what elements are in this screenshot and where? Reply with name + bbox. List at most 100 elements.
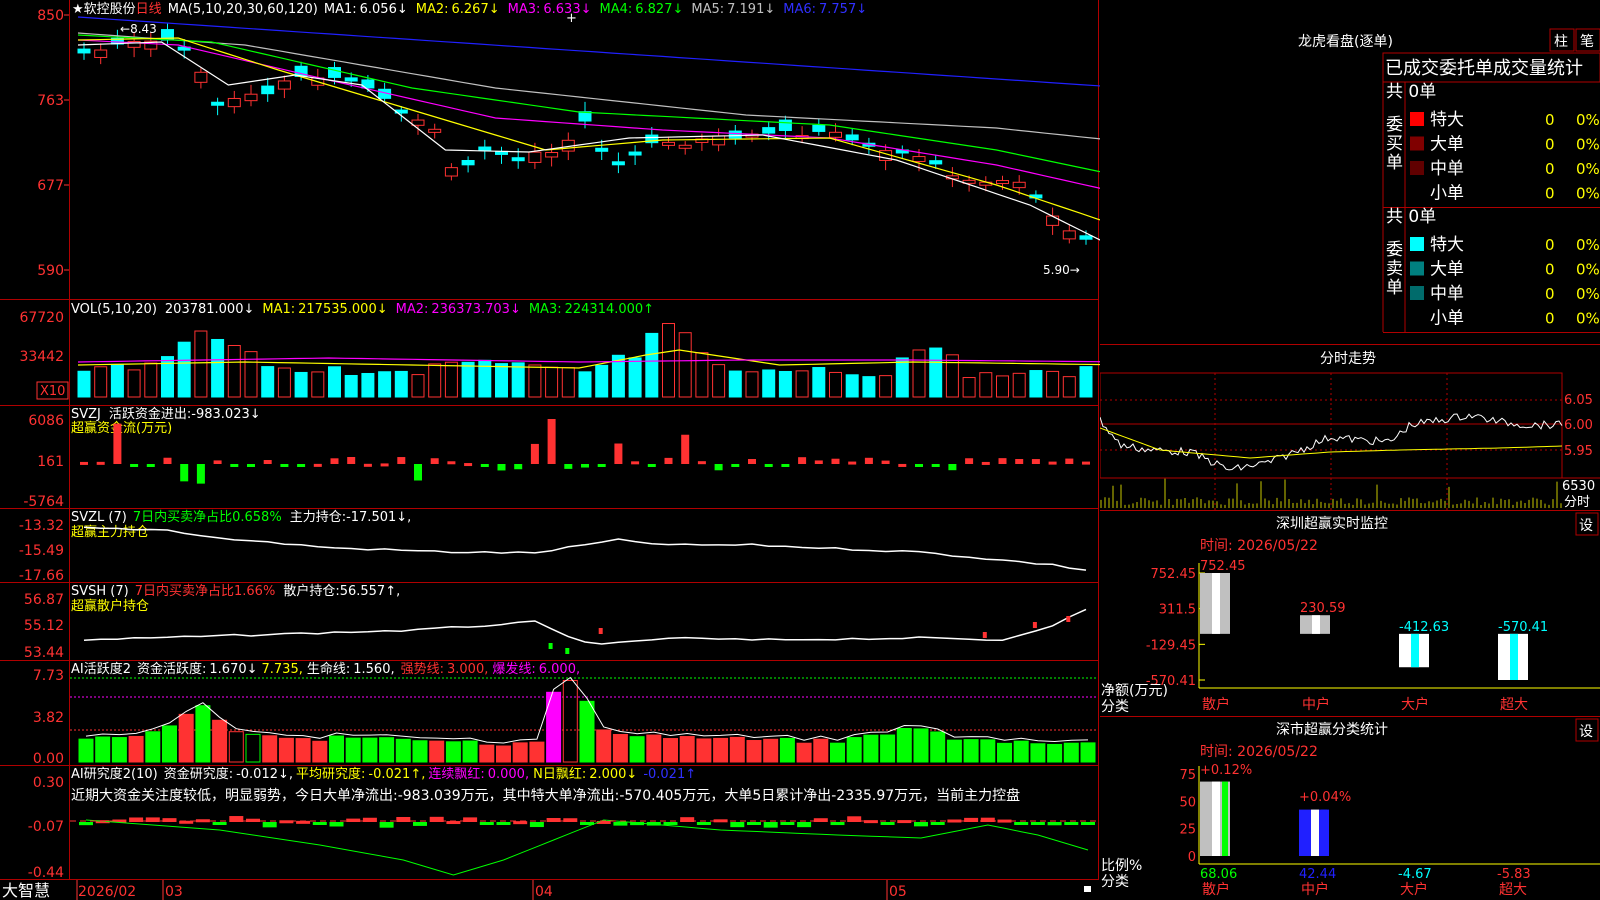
svzj-bars <box>80 419 1090 484</box>
svg-text:55.12: 55.12 <box>24 618 64 634</box>
active-bar <box>512 742 528 763</box>
active-bar <box>429 740 445 763</box>
candle-body <box>778 119 792 131</box>
svg-text:56.87: 56.87 <box>24 592 64 608</box>
lhb-tick-button[interactable]: 笔 <box>1575 28 1600 52</box>
volume-bar <box>996 375 1009 398</box>
active-bar <box>880 734 896 763</box>
active-bar <box>646 734 662 763</box>
flow-bar <box>1048 461 1057 465</box>
research-bar <box>79 822 93 826</box>
period-label: 日线 <box>136 2 162 17</box>
svg-text:7.73: 7.73 <box>33 668 64 684</box>
active-bar <box>663 738 678 763</box>
svg-text:★软控股份日线MA(5,10,20,30,60,120)MA: ★软控股份日线 MA(5,10,20,30,60,120) MA1: 6.056↓ MA… <box>72 2 867 17</box>
volume-bar <box>495 363 508 398</box>
flow-bar <box>297 464 306 467</box>
active-bar <box>178 713 194 763</box>
active-bar <box>312 740 328 763</box>
active-bar <box>212 719 228 763</box>
volume-bar <box>361 372 375 398</box>
research-bar <box>312 822 327 825</box>
svzj-axis: 6086 161 -5764 <box>23 413 64 510</box>
flow-bar <box>363 463 372 467</box>
research-bar <box>479 822 494 825</box>
active-bar <box>262 735 278 763</box>
volume-bar <box>712 364 726 398</box>
flow-bar <box>998 458 1007 464</box>
flow-bar <box>263 460 272 464</box>
svg-text:03: 03 <box>165 884 183 900</box>
active-bar <box>412 740 428 763</box>
volume-bar <box>812 367 826 398</box>
candle-body <box>829 131 842 138</box>
svg-text:05: 05 <box>889 884 907 900</box>
crosshair-icon: + <box>566 11 577 26</box>
volume-bar <box>561 367 575 398</box>
intraday-axis: 6.05 6.00 5.95 6530 分时 <box>1562 393 1595 510</box>
monitor-settings-button[interactable]: 设 <box>1575 512 1599 536</box>
volume-bar <box>110 363 124 398</box>
candle-body <box>812 124 826 132</box>
svg-text:超赢主力持仓: 超赢主力持仓 <box>71 524 149 540</box>
kline-chart-area[interactable]: ★软控股份日线 MA(5,10,20,30,60,120) MA1: 6.056↓ MA… <box>0 0 1100 900</box>
lhb-row-pct: 0% <box>1576 136 1600 154</box>
active-bar <box>813 738 829 763</box>
candle-body <box>227 97 241 108</box>
bar-edge <box>1321 809 1327 856</box>
flow-bar <box>581 464 589 468</box>
volume-bar <box>444 361 458 398</box>
flow-bar <box>965 458 974 464</box>
category-label: 散户 <box>1202 881 1230 898</box>
volume-bar <box>929 347 943 398</box>
flow-bar <box>831 458 840 464</box>
svg-text:设: 设 <box>1579 724 1593 740</box>
lhb-row-pct: 0% <box>1576 285 1600 303</box>
active-bar <box>679 736 695 763</box>
research-bar <box>747 822 761 825</box>
stats-settings-button[interactable]: 设 <box>1575 718 1599 742</box>
active-bar <box>295 738 311 763</box>
candle-body <box>1046 215 1060 226</box>
candle-body <box>678 144 692 149</box>
active-header: AI活跃度2 资金活跃度: 1.670↓ 7.735, 生命线: 1.560, 强势线: 3.… <box>71 661 580 677</box>
research-bar <box>413 822 427 826</box>
lhb-color-swatch <box>1410 161 1424 175</box>
active-bars <box>70 676 1098 763</box>
active-bar <box>329 735 344 763</box>
svg-text:0.00: 0.00 <box>33 751 64 767</box>
side-panel: 龙虎看盘(逐单) 柱 笔 已成交委托单成交量统计 共 0单委买单特大 0 0%大单 0… <box>1100 28 1600 898</box>
flow-bar <box>798 457 807 464</box>
active-bar <box>997 742 1012 763</box>
svg-text:超赢散户持仓: 超赢散户持仓 <box>71 598 149 614</box>
monitor-bar-chart: 752.45 311.5 -129.45 -570.41 752.45 散户 230.59 中… <box>1146 559 1600 713</box>
svg-text:-15.49: -15.49 <box>19 543 64 559</box>
volume-bar <box>94 366 108 398</box>
active-bar <box>529 741 545 763</box>
lhb-row-count: 0 <box>1545 111 1555 129</box>
research-line <box>85 819 1089 876</box>
lhb-table: 共 0单委买单特大 0 0%大单 0 0%中单 0 0%小单 0 0%共 0单委卖单特大 0 0%大… <box>1386 82 1600 329</box>
lhb-side-label: 单 <box>1386 153 1403 173</box>
flow-bar <box>397 457 406 464</box>
lhb-row-name: 中单 <box>1430 159 1464 179</box>
candle-body <box>94 49 108 58</box>
active-bar <box>462 740 478 763</box>
flow-bar <box>497 464 506 471</box>
svg-text:SVSH (7)7日内买卖净占比1.66%散户持仓:56.5: SVSH (7) 7日内买卖净占比1.66% 散户持仓:56.557↑, <box>71 583 400 599</box>
research-bar <box>246 818 260 822</box>
active-bar <box>579 700 595 763</box>
candle-body <box>595 147 609 152</box>
volume-bar <box>745 371 759 398</box>
volume-bar <box>227 345 241 398</box>
lhb-bar-button[interactable]: 柱 <box>1549 28 1575 52</box>
candle-body <box>428 128 442 133</box>
flow-bar <box>597 464 606 467</box>
research-comment: 近期大资金关注度较低，明显弱势，今日大单净流出:-983.039万元，其中特大单… <box>71 787 1020 804</box>
flow-bar <box>748 459 756 464</box>
svzj-header: SVZJ 活跃资金进出:-983.023↓ 超赢资金流(万元) <box>71 406 261 436</box>
research-bar <box>1014 822 1029 825</box>
active-axis: 7.73 3.82 0.00 <box>33 668 64 767</box>
active-bar <box>345 737 361 763</box>
stats-time: 时间: 2026/05/22 <box>1200 744 1318 760</box>
